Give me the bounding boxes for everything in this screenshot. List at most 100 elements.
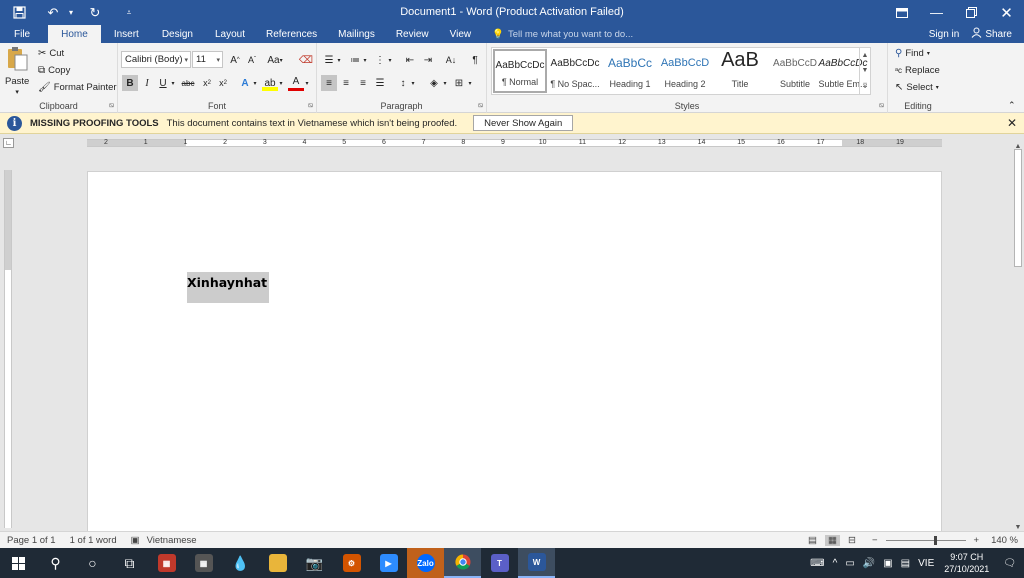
battery-icon[interactable]: ▭ — [841, 558, 858, 569]
subscript-button[interactable]: x2 — [199, 75, 215, 91]
word-count[interactable]: 1 of 1 word — [70, 535, 117, 546]
undo-icon[interactable]: ↶ — [42, 0, 64, 25]
volume-icon[interactable]: 🔊 — [859, 558, 879, 569]
vertical-ruler[interactable] — [4, 170, 12, 528]
search-icon[interactable]: ⚲ — [37, 548, 74, 578]
never-show-again-button[interactable]: Never Show Again — [473, 115, 574, 131]
font-launcher-icon[interactable]: ⧅ — [309, 102, 313, 110]
app-icon[interactable]: ⚙ — [333, 548, 370, 578]
zalo-icon[interactable]: Zalo — [407, 548, 444, 578]
style-title[interactable]: AaB Title — [713, 49, 767, 93]
ribbon-display-options-icon[interactable] — [884, 0, 919, 25]
read-mode-icon[interactable]: ▤ — [808, 535, 817, 546]
zoom-out-icon[interactable]: − — [872, 535, 878, 546]
font-color-icon[interactable]: A — [288, 75, 304, 91]
redo-icon[interactable]: ↻ — [84, 0, 106, 25]
collapse-ribbon-icon[interactable]: ⌃ — [1008, 100, 1016, 111]
align-center-icon[interactable]: ≡ — [338, 75, 354, 91]
tab-home[interactable]: Home — [48, 25, 101, 43]
style-normal[interactable]: AaBbCcDc ¶ Normal — [493, 49, 547, 93]
select-button[interactable]: ↖ Select ▾ — [895, 82, 939, 93]
teams-icon[interactable]: T — [481, 548, 518, 578]
cortana-icon[interactable]: ○ — [74, 548, 111, 578]
numbering-dropdown-icon[interactable]: ▾ — [361, 52, 369, 68]
format-painter-button[interactable]: 🖌 Format Painter — [38, 82, 117, 93]
replace-button[interactable]: ᵃc Replace — [895, 65, 940, 76]
task-view-icon[interactable]: ⧉ — [111, 548, 148, 578]
show-formatting-icon[interactable]: ¶ — [467, 52, 483, 68]
customize-qat-icon[interactable]: ⩡ — [124, 0, 134, 25]
keyboard-icon[interactable]: ⌨ — [806, 558, 828, 569]
bold-button[interactable]: B — [122, 75, 138, 91]
style-subtitle[interactable]: AaBbCcD Subtitle — [768, 49, 822, 93]
font-color-dropdown-icon[interactable]: ▾ — [303, 75, 311, 91]
sort-icon[interactable]: A↓ — [443, 52, 459, 68]
decrease-indent-icon[interactable]: ⇤ — [402, 52, 418, 68]
style-no-spacing[interactable]: AaBbCcDc ¶ No Spac... — [548, 49, 602, 93]
styles-gallery-scroll[interactable]: ▲ ▼ ⊽ — [859, 48, 870, 94]
clipboard-launcher-icon[interactable]: ⧅ — [110, 102, 114, 110]
tab-view[interactable]: View — [438, 25, 481, 43]
zoom-slider[interactable] — [885, 536, 966, 545]
chevron-up-icon[interactable]: ^ — [829, 558, 842, 569]
tab-selector[interactable]: ∟ — [3, 138, 14, 148]
copy-button[interactable]: ⧉ Copy — [38, 65, 70, 76]
font-size-combo[interactable]: 11 ▾ — [192, 51, 223, 68]
font-name-combo[interactable]: Calibri (Body) ▾ — [121, 51, 191, 68]
word-app-icon[interactable]: W — [518, 548, 555, 578]
language-status[interactable]: Vietnamese — [147, 535, 197, 546]
highlight-icon[interactable]: ab — [262, 75, 278, 91]
style-heading-1[interactable]: AaBbCc Heading 1 — [603, 49, 657, 93]
italic-button[interactable]: I — [139, 75, 155, 91]
document-page[interactable]: Xinhaynhat — [87, 171, 942, 531]
restore-icon[interactable] — [954, 0, 989, 25]
proofing-icon[interactable]: ▣ — [131, 535, 140, 546]
find-button[interactable]: ⚲ Find ▾ — [895, 48, 930, 59]
text-effects-dropdown-icon[interactable]: ▾ — [251, 75, 259, 91]
highlight-dropdown-icon[interactable]: ▾ — [277, 75, 285, 91]
styles-launcher-icon[interactable]: ⧅ — [880, 102, 884, 110]
align-right-icon[interactable]: ≡ — [355, 75, 371, 91]
chevron-down-icon[interactable]: ▼ — [862, 67, 869, 74]
close-icon[interactable]: ✕ — [1007, 116, 1017, 130]
minimize-icon[interactable]: — — [919, 0, 954, 25]
chrome-icon[interactable] — [444, 548, 481, 578]
zoom-in-icon[interactable]: + — [974, 535, 980, 546]
network-icon[interactable]: ▣ — [879, 558, 896, 569]
file-explorer-icon[interactable] — [259, 548, 296, 578]
cut-button[interactable]: ✂ Cut — [38, 48, 64, 59]
borders-dropdown-icon[interactable]: ▾ — [466, 75, 474, 91]
paste-button[interactable]: Paste ▾ — [5, 46, 29, 96]
shading-dropdown-icon[interactable]: ▾ — [441, 75, 449, 91]
clock[interactable]: 9:07 CH 27/10/2021 — [938, 551, 995, 575]
save-icon[interactable] — [8, 0, 30, 25]
sign-in-link[interactable]: Sign in — [929, 29, 960, 40]
undo-dropdown-icon[interactable]: ▾ — [66, 0, 76, 25]
tab-file[interactable]: File — [0, 25, 47, 43]
calculator-icon[interactable]: ▦ — [185, 548, 222, 578]
borders-icon[interactable]: ⊞ — [451, 75, 467, 91]
clear-formatting-icon[interactable]: ⌫ — [298, 52, 314, 68]
input-method-icon[interactable]: ▤ — [897, 558, 914, 569]
increase-indent-icon[interactable]: ⇥ — [420, 52, 436, 68]
web-layout-icon[interactable]: ⊟ — [848, 535, 856, 546]
shrink-font-icon[interactable]: Aˇ — [244, 52, 260, 68]
video-call-icon[interactable]: ▶ — [370, 548, 407, 578]
tab-mailings[interactable]: Mailings — [326, 25, 384, 43]
tab-insert[interactable]: Insert — [101, 25, 148, 43]
tab-design[interactable]: Design — [148, 25, 202, 43]
multilevel-dropdown-icon[interactable]: ▾ — [386, 52, 394, 68]
language-indicator[interactable]: VIE — [914, 558, 938, 569]
superscript-button[interactable]: x2 — [215, 75, 231, 91]
underline-dropdown-icon[interactable]: ▾ — [169, 75, 177, 91]
share-button[interactable]: Share — [971, 27, 1012, 41]
print-layout-icon[interactable]: ▦ — [824, 535, 840, 546]
close-icon[interactable]: ✕ — [989, 0, 1024, 25]
justify-icon[interactable]: ☰ — [372, 75, 388, 91]
line-spacing-dropdown-icon[interactable]: ▾ — [409, 75, 417, 91]
tab-references[interactable]: References — [254, 25, 326, 43]
camera-icon[interactable]: 📷 — [296, 548, 333, 578]
change-case-button[interactable]: Aa ▾ — [264, 52, 286, 68]
style-heading-2[interactable]: AaBbCcD Heading 2 — [658, 49, 712, 93]
grow-font-icon[interactable]: A ^ — [227, 52, 243, 68]
